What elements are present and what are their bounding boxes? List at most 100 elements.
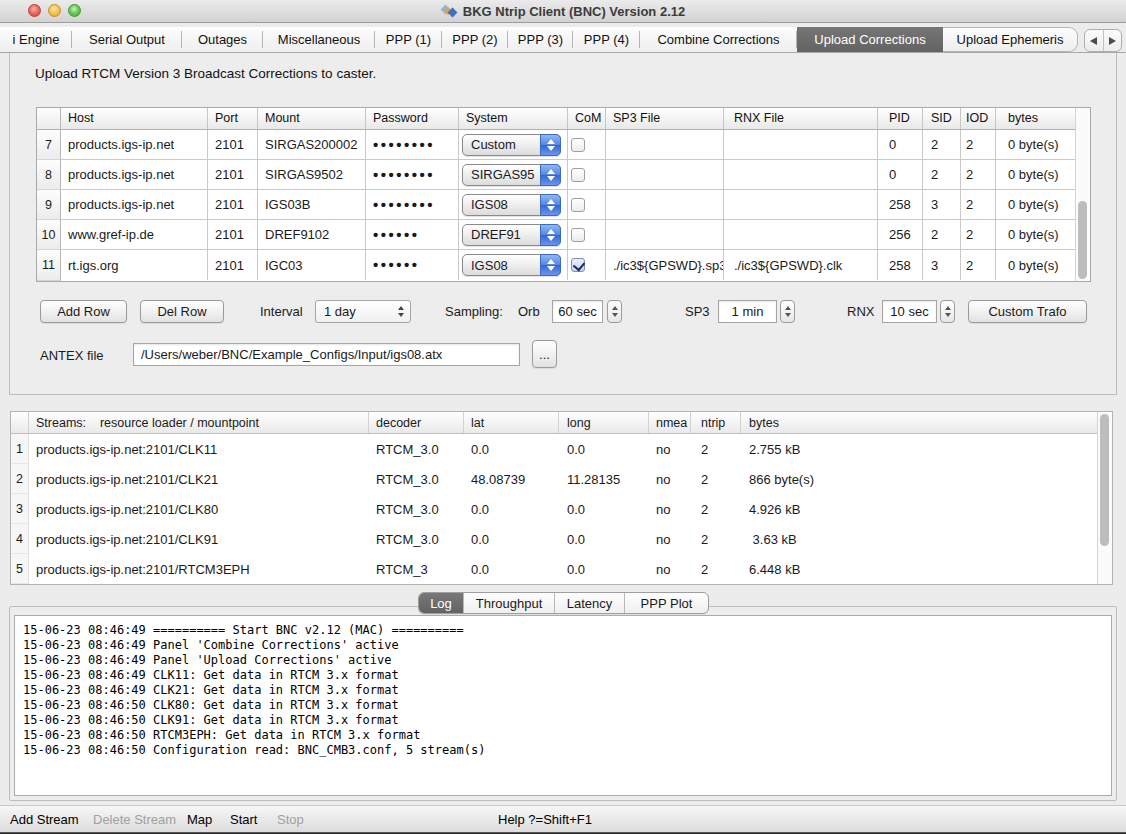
tab-log[interactable]: Log bbox=[419, 593, 463, 613]
map-button[interactable]: Map bbox=[187, 812, 212, 827]
interval-dropdown[interactable]: 1 day bbox=[315, 300, 411, 323]
sid-cell[interactable]: 3 bbox=[923, 190, 961, 219]
bytes-cell[interactable]: 0 byte(s) bbox=[996, 130, 1076, 159]
col-password[interactable]: Password bbox=[366, 108, 459, 129]
add-row-button[interactable]: Add Row bbox=[40, 300, 127, 323]
host-cell[interactable]: rt.igs.org bbox=[61, 250, 208, 280]
col-sid[interactable]: SID bbox=[923, 108, 961, 129]
bytes-cell[interactable]: 0 byte(s) bbox=[996, 160, 1076, 189]
pid-cell[interactable]: 258 bbox=[878, 250, 923, 280]
sp3-file-cell[interactable] bbox=[606, 130, 724, 159]
tab-engine[interactable]: i Engine bbox=[0, 27, 72, 52]
col-streams-mountpoint[interactable]: Streams: resource loader / mountpoint bbox=[29, 412, 369, 433]
bytes-cell[interactable]: 0 byte(s) bbox=[996, 220, 1076, 249]
sp3-spinner[interactable] bbox=[780, 300, 795, 323]
port-cell[interactable]: 2101 bbox=[208, 160, 258, 189]
bytes-cell[interactable]: 0 byte(s) bbox=[996, 190, 1076, 219]
col-host[interactable]: Host bbox=[61, 108, 208, 129]
host-cell[interactable]: products.igs-ip.net bbox=[61, 190, 208, 219]
mount-cell[interactable]: IGC03 bbox=[258, 250, 366, 280]
sid-cell[interactable]: 2 bbox=[923, 160, 961, 189]
rnx-sampling-field[interactable]: 10 sec bbox=[882, 300, 937, 323]
port-cell[interactable]: 2101 bbox=[208, 130, 258, 159]
stream-row[interactable]: 2products.igs-ip.net:2101/CLK21RTCM_3.04… bbox=[11, 464, 1112, 494]
col-pid[interactable]: PID bbox=[878, 108, 923, 129]
port-cell[interactable]: 2101 bbox=[208, 250, 258, 280]
tab-ppp-plot[interactable]: PPP Plot bbox=[624, 593, 708, 613]
add-stream-button[interactable]: Add Stream bbox=[10, 812, 79, 827]
scrollbar-thumb[interactable] bbox=[1100, 414, 1109, 546]
sid-cell[interactable]: 3 bbox=[923, 250, 961, 280]
zoom-button[interactable] bbox=[68, 4, 81, 17]
col-com[interactable]: CoM bbox=[568, 108, 606, 129]
system-dropdown[interactable]: IGS08 bbox=[462, 194, 561, 216]
bytes-cell[interactable]: 0 byte(s) bbox=[996, 250, 1076, 280]
system-dropdown[interactable]: Custom bbox=[462, 134, 561, 156]
sp3-file-cell[interactable] bbox=[606, 190, 724, 219]
tab-miscellaneous[interactable]: Miscellaneous bbox=[263, 27, 375, 52]
com-checkbox[interactable] bbox=[571, 138, 585, 152]
col-nmea[interactable]: nmea bbox=[649, 412, 691, 433]
minimize-button[interactable] bbox=[48, 4, 61, 17]
sid-cell[interactable]: 2 bbox=[923, 220, 961, 249]
password-cell[interactable]: •••••••• bbox=[366, 190, 459, 219]
col-stream-bytes[interactable]: bytes bbox=[741, 412, 1112, 433]
rnx-file-cell[interactable] bbox=[724, 130, 878, 159]
col-long[interactable]: long bbox=[559, 412, 649, 433]
host-cell[interactable]: www.gref-ip.de bbox=[61, 220, 208, 249]
rnx-spinner[interactable] bbox=[940, 300, 955, 323]
col-iod[interactable]: IOD bbox=[961, 108, 996, 129]
password-cell[interactable]: •••••• bbox=[366, 220, 459, 249]
col-port[interactable]: Port bbox=[208, 108, 258, 129]
pid-cell[interactable]: 258 bbox=[878, 190, 923, 219]
antex-browse-button[interactable]: ... bbox=[532, 340, 557, 368]
tab-scroll-right-button[interactable] bbox=[1103, 30, 1122, 51]
tab-serial-output[interactable]: Serial Output bbox=[72, 27, 182, 52]
pid-cell[interactable]: 256 bbox=[878, 220, 923, 249]
system-dropdown[interactable]: SIRGAS95 bbox=[462, 164, 561, 186]
password-cell[interactable]: •••••• bbox=[366, 250, 459, 280]
rnx-file-cell[interactable] bbox=[724, 220, 878, 249]
sp3-sampling-field[interactable]: 1 min bbox=[718, 300, 777, 323]
tab-ppp-1[interactable]: PPP (1) bbox=[375, 27, 442, 52]
rnx-file-cell[interactable] bbox=[724, 160, 878, 189]
password-cell[interactable]: •••••••• bbox=[366, 160, 459, 189]
tab-combine-corrections[interactable]: Combine Corrections bbox=[640, 27, 797, 52]
rnx-file-cell[interactable] bbox=[724, 190, 878, 219]
sp3-file-cell[interactable] bbox=[606, 160, 724, 189]
tab-ppp-2[interactable]: PPP (2) bbox=[442, 27, 508, 52]
upload-table-scrollbar[interactable] bbox=[1075, 108, 1090, 281]
sp3-file-cell[interactable] bbox=[606, 220, 724, 249]
custom-trafo-button[interactable]: Custom Trafo bbox=[968, 300, 1087, 323]
system-dropdown[interactable]: DREF91 bbox=[462, 224, 561, 246]
stream-row[interactable]: 1products.igs-ip.net:2101/CLK11RTCM_3.00… bbox=[11, 434, 1112, 464]
tab-ppp-3[interactable]: PPP (3) bbox=[508, 27, 573, 52]
password-cell[interactable]: •••••••• bbox=[366, 130, 459, 159]
col-mount[interactable]: Mount bbox=[258, 108, 366, 129]
col-sp3-file[interactable]: SP3 File bbox=[606, 108, 724, 129]
host-cell[interactable]: products.igs-ip.net bbox=[61, 130, 208, 159]
streams-table-scrollbar[interactable] bbox=[1097, 412, 1112, 584]
iod-cell[interactable]: 2 bbox=[961, 250, 996, 280]
start-button[interactable]: Start bbox=[230, 812, 257, 827]
tab-throughput[interactable]: Throughput bbox=[463, 593, 554, 613]
sp3-file-cell[interactable]: ./ic3${GPSWD}.sp3 bbox=[606, 250, 724, 280]
tab-outages[interactable]: Outages bbox=[182, 27, 263, 52]
iod-cell[interactable]: 2 bbox=[961, 130, 996, 159]
mount-cell[interactable]: IGS03B bbox=[258, 190, 366, 219]
scrollbar-thumb[interactable] bbox=[1078, 201, 1087, 279]
com-checkbox[interactable] bbox=[571, 168, 585, 182]
del-row-button[interactable]: Del Row bbox=[140, 300, 224, 323]
col-system[interactable]: System bbox=[459, 108, 568, 129]
sid-cell[interactable]: 2 bbox=[923, 130, 961, 159]
iod-cell[interactable]: 2 bbox=[961, 220, 996, 249]
com-checkbox[interactable] bbox=[571, 228, 585, 242]
tab-ppp-4[interactable]: PPP (4) bbox=[573, 27, 640, 52]
col-rnx-file[interactable]: RNX File bbox=[724, 108, 878, 129]
log-output[interactable]: 15-06-23 08:46:49 ========== Start BNC v… bbox=[14, 615, 1112, 796]
tab-upload-ephemeris[interactable]: Upload Ephemeris bbox=[943, 27, 1078, 52]
close-button[interactable] bbox=[28, 4, 41, 17]
rnx-file-cell[interactable]: ./ic3${GPSWD}.clk bbox=[724, 250, 878, 280]
tab-latency[interactable]: Latency bbox=[554, 593, 624, 613]
stream-row[interactable]: 5products.igs-ip.net:2101/RTCM3EPHRTCM_3… bbox=[11, 554, 1112, 584]
